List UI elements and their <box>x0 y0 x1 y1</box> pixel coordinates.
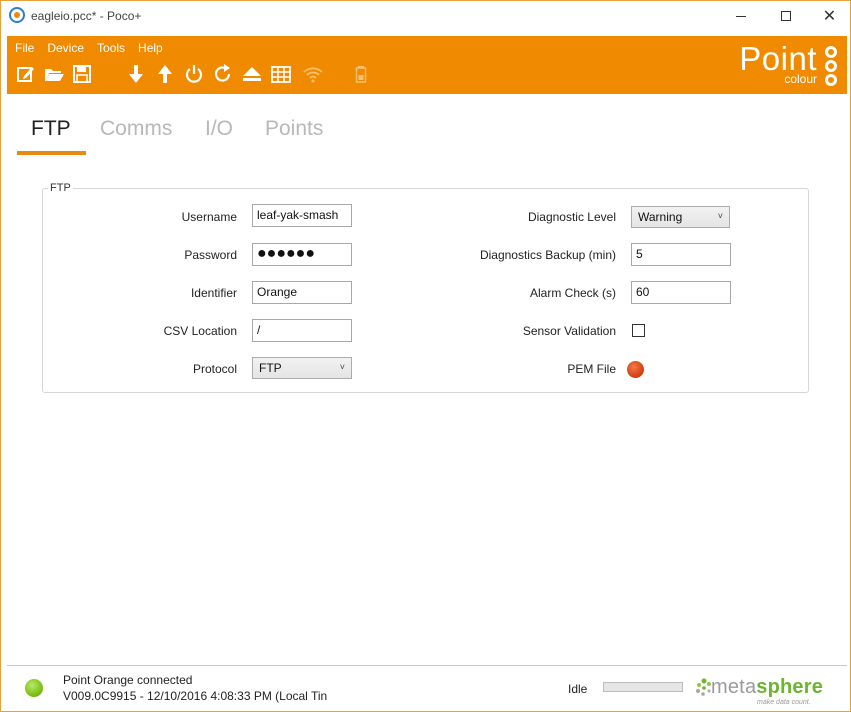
menu-tools[interactable]: Tools <box>97 41 125 55</box>
diagnostic-level-label: Diagnostic Level <box>527 210 616 224</box>
diagnostic-level-value: Warning <box>638 210 683 224</box>
app-header: File Device Tools Help Point colour <box>7 36 847 94</box>
maximize-icon <box>780 11 791 21</box>
sensor-validation-label: Sensor Validation <box>522 324 616 338</box>
app-icon <box>9 7 25 23</box>
csv-location-label: CSV Location <box>163 324 237 338</box>
app-window: eagleio.pcc* - Poco+ ✕ File Device Tools… <box>0 0 851 712</box>
eject-button[interactable] <box>241 62 263 86</box>
chevron-down-icon: ˅ <box>339 362 345 372</box>
refresh-icon <box>214 64 231 82</box>
metasphere-word: metasphere <box>711 676 824 698</box>
tab-points[interactable]: Points <box>265 117 323 141</box>
connection-status-text: Point Orange connected <box>63 673 193 687</box>
active-tab-indicator <box>17 151 86 155</box>
power-icon <box>185 65 203 83</box>
password-label: Password <box>184 248 237 262</box>
minimize-icon <box>735 15 746 17</box>
save-button[interactable] <box>71 62 93 86</box>
refresh-button[interactable] <box>212 62 234 86</box>
open-button[interactable] <box>43 62 65 86</box>
point-colour-logo: Point colour <box>731 40 841 90</box>
battery-indicator <box>350 62 372 86</box>
close-button[interactable]: ✕ <box>807 1 851 31</box>
battery-icon <box>355 66 367 83</box>
download-icon <box>129 65 143 83</box>
logo-sub: colour <box>784 72 817 86</box>
logo-dots-icon <box>825 46 839 88</box>
upload-button[interactable] <box>154 62 176 86</box>
download-button[interactable] <box>125 62 147 86</box>
diagnostics-backup-label: Diagnostics Backup (min) <box>479 248 616 262</box>
status-bar: Point Orange connected V009.0C9915 - 12/… <box>7 665 847 711</box>
new-button[interactable] <box>15 62 37 86</box>
csv-location-field[interactable]: / <box>252 319 352 342</box>
power-button[interactable] <box>183 62 205 86</box>
alarm-check-field[interactable]: 60 <box>631 281 731 304</box>
close-icon: ✕ <box>822 8 837 25</box>
protocol-select[interactable]: FTP ˅ <box>252 357 352 379</box>
progress-bar <box>603 682 683 692</box>
ftp-group-legend: FTP <box>48 182 73 194</box>
open-folder-icon <box>45 69 64 81</box>
chevron-down-icon: ˅ <box>717 211 723 221</box>
maximize-button[interactable] <box>763 1 808 31</box>
eject-icon <box>243 67 261 81</box>
firmware-info-text: V009.0C9915 - 12/10/2016 4:08:33 PM (Loc… <box>63 689 328 703</box>
metasphere-tagline: make data count. <box>757 699 811 706</box>
window-title: eagleio.pcc* - Poco+ <box>31 9 142 23</box>
password-field[interactable]: ●●●●●● <box>252 243 352 266</box>
sensor-validation-checkbox[interactable] <box>632 324 645 337</box>
identifier-label: Identifier <box>190 286 237 300</box>
tab-ftp[interactable]: FTP <box>31 117 71 141</box>
title-bar: eagleio.pcc* - Poco+ ✕ <box>1 1 850 31</box>
tab-io[interactable]: I/O <box>205 117 233 141</box>
username-field[interactable]: leaf-yak-smash <box>252 204 352 227</box>
pem-file-label: PEM File <box>567 362 616 376</box>
wifi-icon <box>303 67 323 83</box>
menu-bar: File Device Tools Help <box>15 41 176 55</box>
idle-status: Idle <box>568 682 588 696</box>
diagnostics-backup-field[interactable]: 5 <box>631 243 731 266</box>
upload-icon <box>158 65 172 83</box>
grid-button[interactable] <box>270 62 292 86</box>
minimize-button[interactable] <box>718 1 763 31</box>
menu-help[interactable]: Help <box>138 41 163 55</box>
save-icon <box>73 65 91 83</box>
tab-comms[interactable]: Comms <box>100 117 172 141</box>
menu-file[interactable]: File <box>15 41 34 55</box>
pem-file-status-icon[interactable] <box>627 361 644 378</box>
protocol-label: Protocol <box>192 362 237 376</box>
new-icon <box>17 67 34 82</box>
menu-device[interactable]: Device <box>47 41 84 55</box>
connection-status-icon <box>25 679 43 697</box>
alarm-check-label: Alarm Check (s) <box>529 286 616 300</box>
protocol-value: FTP <box>259 361 282 375</box>
metasphere-logo: metasphere make data count. <box>695 672 843 708</box>
identifier-field[interactable]: Orange <box>252 281 352 304</box>
grid-icon <box>271 66 291 83</box>
username-label: Username <box>181 210 237 224</box>
diagnostic-level-select[interactable]: Warning ˅ <box>631 206 730 228</box>
wifi-button[interactable] <box>302 62 324 86</box>
